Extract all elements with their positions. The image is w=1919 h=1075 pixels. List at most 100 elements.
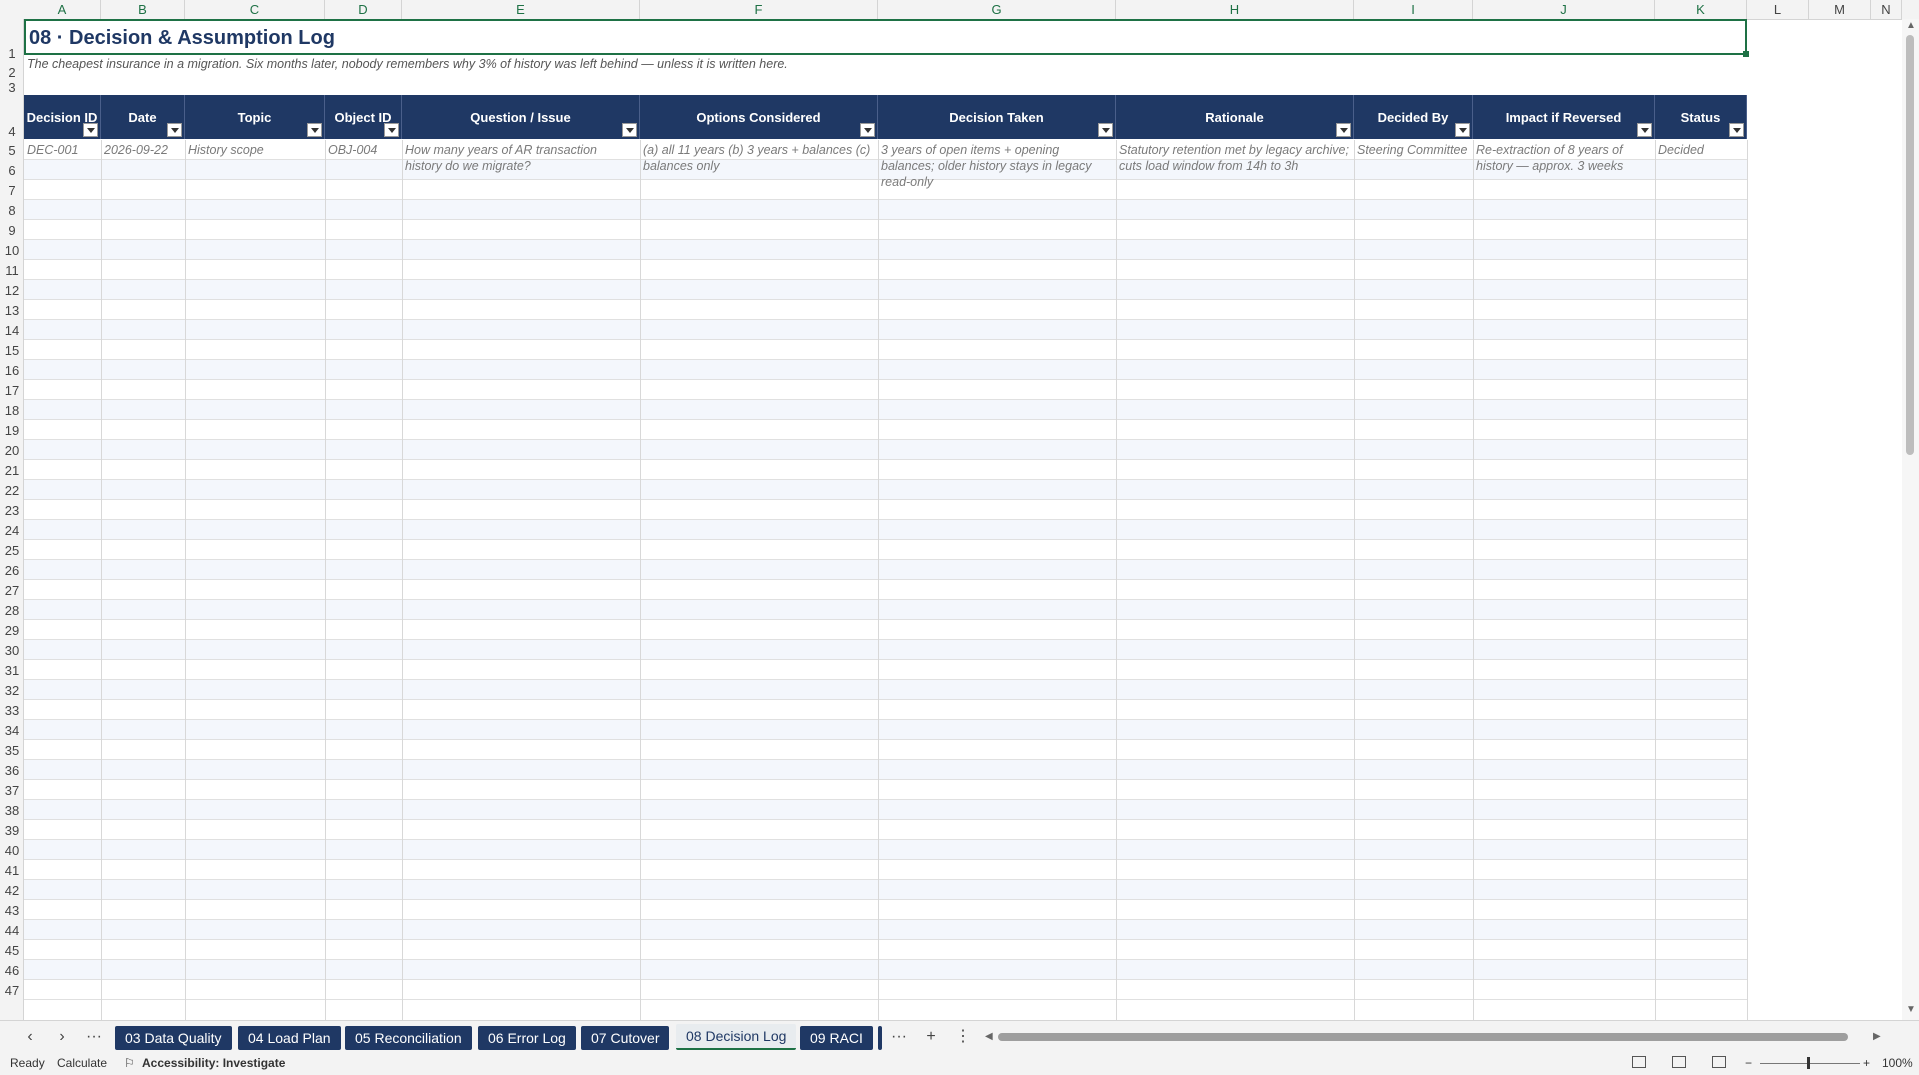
row-header[interactable]: 4 bbox=[0, 124, 23, 140]
row-header[interactable]: 29 bbox=[0, 623, 23, 639]
table-cell[interactable]: Steering Committee bbox=[1354, 140, 1473, 160]
table-cell[interactable]: DEC-001 bbox=[24, 140, 101, 160]
table-cell[interactable]: Statutory retention met by legacy archiv… bbox=[1116, 140, 1354, 176]
table-cell[interactable]: 2026-09-22 bbox=[101, 140, 185, 160]
row-header[interactable]: 1 bbox=[0, 46, 23, 62]
vertical-scrollbar[interactable]: ▲ ▼ bbox=[1902, 19, 1919, 1020]
table-cell[interactable]: Re-extraction of 8 years of history — ap… bbox=[1473, 140, 1655, 176]
table-header-cell[interactable]: Date bbox=[101, 95, 185, 139]
row-header[interactable]: 9 bbox=[0, 223, 23, 239]
row-header[interactable]: 28 bbox=[0, 603, 23, 619]
calculate-button[interactable]: Calculate bbox=[57, 1056, 107, 1070]
zoom-slider[interactable] bbox=[1760, 1063, 1860, 1064]
sheet-tab[interactable]: 09 RACI bbox=[800, 1026, 873, 1050]
row-header[interactable]: 44 bbox=[0, 923, 23, 939]
add-sheet-button[interactable]: + bbox=[919, 1025, 943, 1049]
accessibility-icon[interactable]: ⚐ bbox=[124, 1056, 135, 1070]
row-header[interactable]: 11 bbox=[0, 263, 23, 279]
row-header[interactable]: 41 bbox=[0, 863, 23, 879]
filter-dropdown-icon[interactable] bbox=[167, 123, 182, 137]
column-header-e[interactable]: E bbox=[402, 0, 640, 19]
row-header[interactable]: 24 bbox=[0, 523, 23, 539]
column-header-k[interactable]: K bbox=[1655, 0, 1747, 19]
filter-dropdown-icon[interactable] bbox=[622, 123, 637, 137]
row-header[interactable]: 47 bbox=[0, 983, 23, 999]
horizontal-scroll-thumb[interactable] bbox=[998, 1033, 1848, 1041]
sheet-tab[interactable]: 05 Reconciliation bbox=[345, 1026, 472, 1050]
row-header[interactable]: 32 bbox=[0, 683, 23, 699]
row-header[interactable]: 15 bbox=[0, 343, 23, 359]
table-cell[interactable]: 3 years of open items + opening balances… bbox=[878, 140, 1116, 192]
sheet-tab[interactable]: 08 Decision Log bbox=[676, 1024, 797, 1050]
row-header[interactable]: 21 bbox=[0, 463, 23, 479]
filter-dropdown-icon[interactable] bbox=[1455, 123, 1470, 137]
column-header-h[interactable]: H bbox=[1116, 0, 1354, 19]
table-header-cell[interactable]: Topic bbox=[185, 95, 325, 139]
row-header[interactable]: 5 bbox=[0, 143, 23, 159]
filter-dropdown-icon[interactable] bbox=[1637, 123, 1652, 137]
row-header[interactable]: 18 bbox=[0, 403, 23, 419]
horizontal-scrollbar[interactable]: ◀ ▶ bbox=[985, 1031, 1885, 1043]
row-header[interactable]: 10 bbox=[0, 243, 23, 259]
row-header[interactable]: 8 bbox=[0, 203, 23, 219]
scroll-up-icon[interactable]: ▲ bbox=[1906, 20, 1916, 31]
zoom-out-icon[interactable]: − bbox=[1745, 1056, 1752, 1070]
column-header-g[interactable]: G bbox=[878, 0, 1116, 19]
row-header[interactable]: 35 bbox=[0, 743, 23, 759]
column-header-d[interactable]: D bbox=[325, 0, 402, 19]
table-cell[interactable]: How many years of AR transaction history… bbox=[402, 140, 640, 176]
zoom-slider-thumb[interactable] bbox=[1807, 1057, 1810, 1069]
next-sheet-icon[interactable]: › bbox=[50, 1025, 74, 1049]
title-cell[interactable]: 08 · Decision & Assumption Log bbox=[24, 19, 1747, 55]
row-header[interactable]: 46 bbox=[0, 963, 23, 979]
row-header[interactable]: 27 bbox=[0, 583, 23, 599]
more-sheets-left-button[interactable]: ··· bbox=[82, 1025, 106, 1049]
row-header[interactable]: 38 bbox=[0, 803, 23, 819]
spreadsheet-grid[interactable]: 08 · Decision & Assumption Log The cheap… bbox=[24, 19, 1902, 1020]
row-header[interactable]: 39 bbox=[0, 823, 23, 839]
column-header-b[interactable]: B bbox=[101, 0, 185, 19]
filter-dropdown-icon[interactable] bbox=[307, 123, 322, 137]
filter-dropdown-icon[interactable] bbox=[384, 123, 399, 137]
more-sheets-right-button[interactable]: ··· bbox=[887, 1025, 911, 1049]
filter-dropdown-icon[interactable] bbox=[1098, 123, 1113, 137]
row-header[interactable]: 13 bbox=[0, 303, 23, 319]
column-header-l[interactable]: L bbox=[1747, 0, 1809, 19]
row-header[interactable]: 34 bbox=[0, 723, 23, 739]
row-header[interactable]: 26 bbox=[0, 563, 23, 579]
table-header-cell[interactable]: Object ID bbox=[325, 95, 402, 139]
row-header[interactable]: 31 bbox=[0, 663, 23, 679]
table-header-cell[interactable]: Status bbox=[1655, 95, 1747, 139]
column-header-j[interactable]: J bbox=[1473, 0, 1655, 19]
sheet-tab[interactable]: 04 Load Plan bbox=[238, 1026, 341, 1050]
table-cell[interactable]: History scope bbox=[185, 140, 325, 160]
row-header[interactable]: 20 bbox=[0, 443, 23, 459]
filter-dropdown-icon[interactable] bbox=[1336, 123, 1351, 137]
filter-dropdown-icon[interactable] bbox=[860, 123, 875, 137]
row-header[interactable]: 22 bbox=[0, 483, 23, 499]
column-header-f[interactable]: F bbox=[640, 0, 878, 19]
page-layout-view-icon[interactable] bbox=[1672, 1056, 1686, 1068]
row-header[interactable]: 23 bbox=[0, 503, 23, 519]
prev-sheet-icon[interactable]: ‹ bbox=[18, 1025, 42, 1049]
row-header[interactable]: 17 bbox=[0, 383, 23, 399]
zoom-in-icon[interactable]: + bbox=[1863, 1056, 1870, 1070]
fill-handle[interactable] bbox=[1743, 51, 1749, 57]
row-header[interactable]: 30 bbox=[0, 643, 23, 659]
sheet-tab[interactable]: 07 Cutover bbox=[581, 1026, 670, 1050]
row-header[interactable]: 36 bbox=[0, 763, 23, 779]
sheet-tab-partial[interactable] bbox=[878, 1026, 882, 1050]
sheet-tab[interactable]: 06 Error Log bbox=[478, 1026, 576, 1050]
column-header-i[interactable]: I bbox=[1354, 0, 1473, 19]
scroll-right-icon[interactable]: ▶ bbox=[1873, 1031, 1881, 1042]
column-header-c[interactable]: C bbox=[185, 0, 325, 19]
vertical-scroll-thumb[interactable] bbox=[1906, 35, 1914, 455]
table-header-cell[interactable]: Options Considered bbox=[640, 95, 878, 139]
sheet-tab[interactable]: 03 Data Quality bbox=[115, 1026, 232, 1050]
table-header-cell[interactable]: Impact if Reversed bbox=[1473, 95, 1655, 139]
row-header[interactable]: 37 bbox=[0, 783, 23, 799]
scroll-down-icon[interactable]: ▼ bbox=[1906, 1004, 1916, 1015]
row-header[interactable]: 25 bbox=[0, 543, 23, 559]
row-header[interactable]: 7 bbox=[0, 183, 23, 199]
row-header[interactable]: 43 bbox=[0, 903, 23, 919]
